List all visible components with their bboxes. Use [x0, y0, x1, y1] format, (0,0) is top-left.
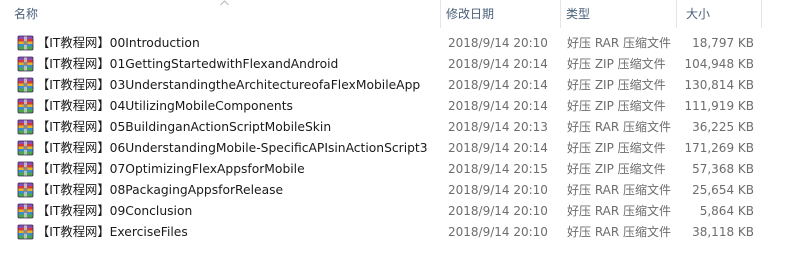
file-name[interactable]: 【IT教程网】04UtilizingMobileComponents: [37, 96, 293, 117]
rar-archive-icon: [17, 119, 34, 135]
sort-ascending-icon: [220, 0, 229, 6]
file-name[interactable]: 【IT教程网】08PackagingAppsforRelease: [37, 180, 283, 201]
file-type: 好压 ZIP 压缩文件: [567, 78, 666, 92]
file-size: 111,919 KB: [684, 99, 754, 113]
file-date-modified: 2018/9/14 20:10: [448, 36, 548, 50]
file-type: 好压 ZIP 压缩文件: [567, 99, 666, 113]
file-date-modified: 2018/9/14 20:13: [448, 120, 548, 134]
column-divider[interactable]: [761, 0, 762, 28]
file-name[interactable]: 【IT教程网】01GettingStartedwithFlexandAndroi…: [37, 54, 338, 75]
zip-archive-icon: [17, 77, 34, 93]
file-list-view: 名称 修改日期 类型 大小 【IT教程网】00Introduction 2018…: [0, 0, 788, 278]
file-name[interactable]: 【IT教程网】06UnderstandingMobile-SpecificAPI…: [37, 138, 428, 159]
file-date-modified: 2018/9/14 20:10: [448, 204, 548, 218]
column-header-date-modified[interactable]: 修改日期: [441, 0, 561, 28]
file-date-modified: 2018/9/14 20:10: [448, 183, 548, 197]
file-type: 好压 ZIP 压缩文件: [567, 141, 666, 155]
file-type: 好压 RAR 压缩文件: [567, 183, 672, 197]
file-size: 25,654 KB: [692, 183, 754, 197]
file-type: 好压 RAR 压缩文件: [567, 120, 672, 134]
file-type: 好压 RAR 压缩文件: [567, 204, 672, 218]
file-size: 18,797 KB: [692, 36, 754, 50]
file-name[interactable]: 【IT教程网】ExerciseFiles: [37, 222, 188, 243]
file-date-modified: 2018/9/14 20:14: [448, 78, 548, 92]
file-size: 104,948 KB: [684, 57, 754, 71]
file-row[interactable]: 【IT教程网】03UnderstandingtheArchitectureofa…: [0, 75, 788, 96]
rar-archive-icon: [17, 203, 34, 219]
file-name[interactable]: 【IT教程网】03UnderstandingtheArchitectureofa…: [37, 75, 420, 96]
column-header-type[interactable]: 类型: [561, 0, 677, 28]
file-type: 好压 RAR 压缩文件: [567, 225, 672, 239]
column-header-size[interactable]: 大小: [677, 0, 761, 28]
file-row[interactable]: 【IT教程网】ExerciseFiles 2018/9/14 20:10 好压 …: [0, 222, 788, 243]
file-row[interactable]: 【IT教程网】00Introduction 2018/9/14 20:10 好压…: [0, 33, 788, 54]
file-date-modified: 2018/9/14 20:14: [448, 57, 548, 71]
file-row[interactable]: 【IT教程网】06UnderstandingMobile-SpecificAPI…: [0, 138, 788, 159]
file-type: 好压 ZIP 压缩文件: [567, 162, 666, 176]
file-name[interactable]: 【IT教程网】00Introduction: [37, 33, 200, 54]
zip-archive-icon: [17, 140, 34, 156]
file-name[interactable]: 【IT教程网】07OptimizingFlexAppsforMobile: [37, 159, 305, 180]
file-row[interactable]: 【IT教程网】04UtilizingMobileComponents 2018/…: [0, 96, 788, 117]
rar-archive-icon: [17, 182, 34, 198]
file-name[interactable]: 【IT教程网】05BuildinganActionScriptMobileSki…: [37, 117, 331, 138]
file-size: 38,118 KB: [692, 225, 754, 239]
file-row[interactable]: 【IT教程网】08PackagingAppsforRelease 2018/9/…: [0, 180, 788, 201]
file-date-modified: 2018/9/14 20:15: [448, 162, 548, 176]
file-date-modified: 2018/9/14 20:14: [448, 141, 548, 155]
file-date-modified: 2018/9/14 20:10: [448, 225, 548, 239]
file-type: 好压 ZIP 压缩文件: [567, 57, 666, 71]
rar-archive-icon: [17, 224, 34, 240]
column-header-bar: 名称 修改日期 类型 大小: [0, 0, 788, 30]
zip-archive-icon: [17, 161, 34, 177]
file-name[interactable]: 【IT教程网】09Conclusion: [37, 201, 192, 222]
rar-archive-icon: [17, 35, 34, 51]
file-type: 好压 RAR 压缩文件: [567, 36, 672, 50]
file-size: 171,269 KB: [684, 141, 754, 155]
file-size: 36,225 KB: [692, 120, 754, 134]
file-size: 57,368 KB: [692, 162, 754, 176]
file-row[interactable]: 【IT教程网】05BuildinganActionScriptMobileSki…: [0, 117, 788, 138]
file-rows: 【IT教程网】00Introduction 2018/9/14 20:10 好压…: [0, 33, 788, 243]
file-row[interactable]: 【IT教程网】09Conclusion 2018/9/14 20:10 好压 R…: [0, 201, 788, 222]
zip-archive-icon: [17, 56, 34, 72]
file-date-modified: 2018/9/14 20:14: [448, 99, 548, 113]
file-size: 5,864 KB: [699, 204, 754, 218]
file-row[interactable]: 【IT教程网】01GettingStartedwithFlexandAndroi…: [0, 54, 788, 75]
file-row[interactable]: 【IT教程网】07OptimizingFlexAppsforMobile 201…: [0, 159, 788, 180]
zip-archive-icon: [17, 98, 34, 114]
file-size: 130,814 KB: [684, 78, 754, 92]
